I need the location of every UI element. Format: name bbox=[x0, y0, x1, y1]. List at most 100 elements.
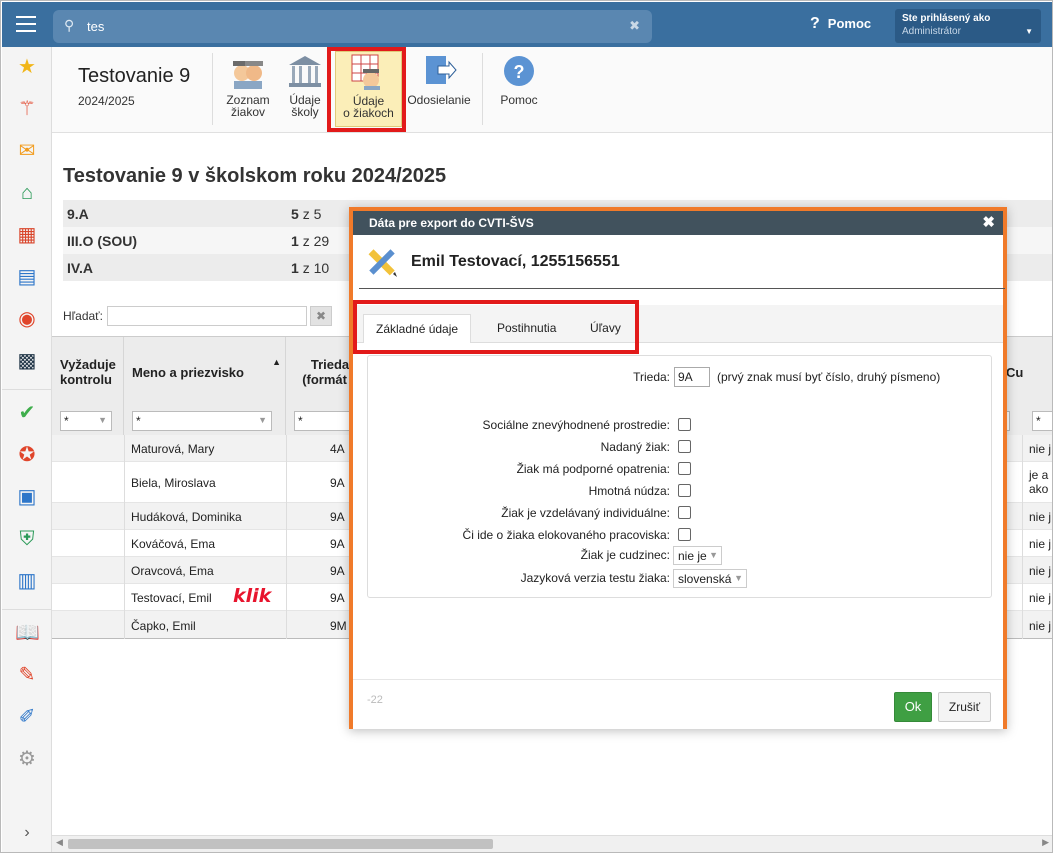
version-text: -22 bbox=[367, 694, 383, 706]
pen-icon[interactable]: ✐ bbox=[15, 705, 39, 729]
close-icon[interactable]: ✖ bbox=[982, 213, 995, 231]
filter-value: * bbox=[136, 414, 141, 428]
user-menu[interactable]: Ste prihlásený ako Administrátor ▼ bbox=[895, 9, 1041, 43]
foreigner-label: Žiak je cudzinec: bbox=[580, 548, 670, 562]
filter-select[interactable]: * ▼ bbox=[132, 411, 272, 431]
header-label: Meno a priezvisko bbox=[132, 365, 244, 380]
filter-value: * bbox=[298, 414, 303, 428]
send-file-icon bbox=[421, 53, 457, 89]
student-class: 4A bbox=[330, 442, 345, 456]
btn-label-line2: o žiakoch bbox=[343, 106, 394, 120]
checkbox-gifted[interactable] bbox=[678, 440, 691, 453]
student-class: 9A bbox=[330, 537, 345, 551]
menu-icon[interactable] bbox=[16, 16, 36, 32]
help-label: Pomoc bbox=[827, 16, 872, 31]
school-year: 2024/2025 bbox=[78, 94, 135, 108]
class-name: III.O (SOU) bbox=[67, 233, 137, 249]
filter-select[interactable]: * bbox=[294, 411, 354, 431]
student-name: Oravcová, Ema bbox=[131, 564, 214, 578]
clear-search-icon[interactable]: ✖ bbox=[629, 18, 640, 34]
chevron-down-icon: ▼ bbox=[98, 415, 107, 425]
student-class: 9A bbox=[330, 564, 345, 578]
student-name: Kováčová, Ema bbox=[131, 537, 216, 551]
tab-relief[interactable]: Úľavy bbox=[578, 314, 633, 343]
expand-icon[interactable]: › bbox=[15, 821, 39, 845]
column-header-control[interactable]: Vyžaduje kontrolu * ▼ bbox=[52, 337, 124, 435]
briefcase-icon[interactable]: ▣ bbox=[15, 485, 39, 509]
shield-icon[interactable]: ⛨ bbox=[15, 527, 39, 551]
help-button[interactable]: ? Pomoc bbox=[498, 53, 540, 106]
school-building-icon bbox=[287, 53, 323, 89]
chat-icon[interactable]: ✎ bbox=[15, 663, 39, 687]
gear-icon[interactable]: ⚙ bbox=[15, 747, 39, 771]
book-icon[interactable]: 📖 bbox=[15, 621, 40, 645]
chevron-down-icon: ▼ bbox=[1025, 27, 1033, 36]
check-label: Hmotná núdza: bbox=[588, 484, 670, 498]
user-icon[interactable]: ◉ bbox=[15, 307, 39, 331]
search-box[interactable]: ⚲ tes ✖ bbox=[53, 10, 652, 43]
dialog-title: Dáta pre export do CVTI-ŠVS bbox=[369, 216, 534, 230]
clear-filter-button[interactable]: ✖ bbox=[310, 306, 332, 326]
help-link[interactable]: ? Pomoc bbox=[810, 15, 871, 33]
question-icon: ? bbox=[810, 15, 820, 32]
table-search-input[interactable] bbox=[107, 306, 307, 326]
student-data-button[interactable]: Údaje o žiakoch bbox=[335, 51, 402, 127]
column-header-last[interactable]: Cu ▼ * bbox=[988, 337, 1052, 435]
sort-asc-icon[interactable]: ▲ bbox=[272, 357, 281, 367]
btn-label-line2: žiakov bbox=[230, 105, 265, 119]
btn-label-line2: školy bbox=[291, 105, 319, 119]
grade-icon[interactable]: ✪ bbox=[15, 443, 39, 467]
magic-wand-icon[interactable]: ⚚ bbox=[15, 97, 39, 121]
calendar-grid-icon[interactable]: ▦ bbox=[15, 223, 39, 247]
class-input[interactable]: 9A bbox=[674, 367, 710, 387]
cancel-button[interactable]: Zrušiť bbox=[938, 692, 991, 722]
cell-last: nie j bbox=[1029, 564, 1052, 578]
envelope-icon[interactable]: ✉ bbox=[15, 139, 39, 163]
language-select[interactable]: slovenská ▼ bbox=[673, 569, 747, 588]
student-class: 9A bbox=[330, 510, 345, 524]
students-icon bbox=[230, 53, 266, 89]
column-header-name[interactable]: Meno a priezvisko ▲ * ▼ bbox=[124, 337, 286, 435]
user-label: Ste prihlásený ako bbox=[902, 13, 991, 24]
school-data-button[interactable]: Údaje školy bbox=[284, 53, 326, 118]
cell-last: nie j bbox=[1029, 591, 1052, 605]
home-icon[interactable]: ⌂ bbox=[15, 181, 39, 205]
check-circle-icon[interactable]: ✔ bbox=[15, 401, 39, 425]
filter-select[interactable]: * ▼ bbox=[60, 411, 112, 431]
student-class: 9A bbox=[330, 476, 345, 490]
student-name: Testovací, Emil bbox=[131, 591, 212, 605]
tab-basic-data[interactable]: Základné údaje bbox=[363, 314, 472, 343]
language-label: Jazyková verzia testu žiaka: bbox=[520, 571, 670, 585]
checkbox-detached[interactable] bbox=[678, 528, 691, 541]
checkbox-individual[interactable] bbox=[678, 506, 691, 519]
notebook-icon[interactable]: ▤ bbox=[15, 265, 39, 289]
search-input[interactable]: tes bbox=[87, 19, 104, 34]
sidebar: ★ ⚚ ✉ ⌂ ▦ ▤ ◉ ▩ ✔ ✪ ▣ ⛨ ▥ 📖 ✎ ✐ ⚙ › bbox=[2, 47, 52, 852]
star-icon[interactable]: ★ bbox=[15, 55, 39, 79]
chevron-down-icon: ▼ bbox=[709, 550, 718, 560]
click-annotation: klik bbox=[233, 585, 272, 607]
horizontal-scrollbar[interactable]: ◀ ▶ bbox=[52, 835, 1052, 852]
bar-chart-icon[interactable]: ▥ bbox=[15, 569, 39, 593]
page-title: Testovanie 9 bbox=[78, 65, 191, 87]
foreigner-select[interactable]: nie je ▼ bbox=[673, 546, 722, 565]
checkbox-support[interactable] bbox=[678, 462, 691, 475]
scroll-right-icon[interactable]: ▶ bbox=[1042, 837, 1049, 848]
checkbox-material-need[interactable] bbox=[678, 484, 691, 497]
search-icon: ⚲ bbox=[64, 17, 75, 33]
checkbox-disadvantaged[interactable] bbox=[678, 418, 691, 431]
svg-text:?: ? bbox=[514, 62, 525, 82]
scroll-left-icon[interactable]: ◀ bbox=[56, 837, 63, 848]
tab-disabilities[interactable]: Postihnutia bbox=[485, 314, 568, 343]
filter-select[interactable]: * bbox=[1032, 411, 1052, 431]
student-name: Čapko, Emil bbox=[131, 619, 196, 633]
class-count: 1 z 29 bbox=[291, 233, 330, 249]
student-class: 9M bbox=[330, 619, 347, 633]
sending-button[interactable]: Odosielanie bbox=[407, 53, 471, 106]
ok-button[interactable]: Ok bbox=[894, 692, 932, 722]
scrollbar-thumb[interactable] bbox=[68, 839, 493, 849]
header-label: Vyžaduje kontrolu bbox=[60, 357, 116, 387]
student-list-button[interactable]: Zoznam žiakov bbox=[224, 53, 272, 118]
column-header-class[interactable]: Trieda (formát 0 * bbox=[286, 337, 358, 435]
schedule-icon[interactable]: ▩ bbox=[15, 349, 39, 373]
